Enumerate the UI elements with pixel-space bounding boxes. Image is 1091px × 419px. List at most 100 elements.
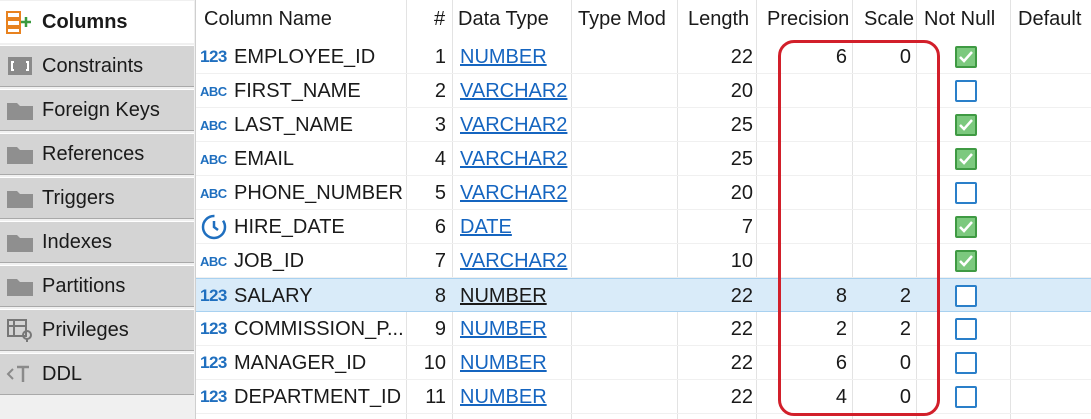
header-number[interactable]: # [434,0,445,38]
data-type-cell: VARCHAR2 [460,108,570,142]
not-null-checkbox[interactable] [955,216,977,238]
sidebar-item-label: Foreign Keys [42,98,160,121]
sidebar-item-label: DDL [42,362,83,385]
data-type-cell: NUMBER [460,380,570,414]
columns-grid: Column Name # Data Type Type Mod Length … [196,0,1091,419]
column-position: 11 [425,385,446,408]
data-type-link[interactable]: NUMBER [460,352,547,375]
sidebar-item-label: Columns [42,10,128,33]
sidebar-item-label: References [42,142,145,165]
data-type-link[interactable]: VARCHAR2 [460,114,567,137]
checkmark-icon [959,255,973,267]
table-row[interactable]: ABC EMAIL 4 VARCHAR2 25 [196,142,1091,176]
sidebar-item-triggers[interactable]: Triggers [0,177,194,219]
column-position: 4 [434,147,446,170]
not-null-checkbox[interactable] [955,80,977,102]
scale-cell [857,176,911,210]
precision-cell [765,74,847,108]
table-row[interactable]: 123 DEPARTMENT_ID 11 NUMBER 22 4 0 [196,380,1091,414]
sidebar-item-ddl[interactable]: DDL [0,353,194,395]
column-name-cell[interactable]: ABC JOB_ID [200,244,406,278]
numeric-type-icon: 123 [200,353,227,372]
not-null-checkbox[interactable] [955,352,977,374]
not-null-cell [951,142,981,176]
data-type-link[interactable]: NUMBER [460,285,547,308]
numeric-type-icon: 123 [200,47,227,66]
text-type-icon: ABC [200,151,227,167]
header-length[interactable]: Length [688,0,749,38]
data-type-link[interactable]: NUMBER [460,318,547,341]
not-null-cell [951,279,981,313]
date-clock-icon [200,213,234,241]
not-null-checkbox[interactable] [955,386,977,408]
column-name-cell[interactable]: 123 EMPLOYEE_ID [200,40,406,74]
table-row[interactable]: ABC FIRST_NAME 2 VARCHAR2 20 [196,74,1091,108]
column-name-cell[interactable]: ABC PHONE_NUMBER [200,176,406,210]
column-name-cell[interactable]: ABC EMAIL [200,142,406,176]
column-name-cell[interactable]: 123 SALARY [200,279,406,313]
header-default[interactable]: Default [1018,0,1081,38]
scale-cell: 0 [899,351,911,374]
numeric-type-icon: 123 [200,387,227,406]
header-type-mod[interactable]: Type Mod [578,0,666,38]
table-row[interactable]: 123 COMMISSION_P... 9 NUMBER 22 2 2 [196,312,1091,346]
column-name-cell[interactable]: 123 COMMISSION_P... [200,312,406,346]
column-name-cell[interactable]: ABC FIRST_NAME [200,74,406,108]
table-row[interactable]: ABC LAST_NAME 3 VARCHAR2 25 [196,108,1091,142]
length-cell: 22 [730,351,753,374]
sidebar-item-columns[interactable]: Columns [0,1,194,43]
header-precision[interactable]: Precision [767,0,849,38]
data-type-link[interactable]: VARCHAR2 [460,148,567,171]
scale-cell [857,244,911,278]
not-null-checkbox[interactable] [955,182,977,204]
column-name-cell[interactable]: 123 MANAGER_ID [200,346,406,380]
folder-icon [4,184,36,212]
column-name: EMPLOYEE_ID [234,45,376,68]
header-not-null[interactable]: Not Null [924,0,995,38]
column-name-cell[interactable]: ABC LAST_NAME [200,108,406,142]
sidebar-item-partitions[interactable]: Partitions [0,265,194,307]
data-type-link[interactable]: VARCHAR2 [460,80,567,103]
data-type-link[interactable]: NUMBER [460,46,547,69]
column-position: 8 [434,284,446,307]
data-type-link[interactable]: NUMBER [460,386,547,409]
not-null-checkbox[interactable] [955,250,977,272]
table-row[interactable]: 123 EMPLOYEE_ID 1 NUMBER 22 6 0 [196,40,1091,74]
numeric-type-icon: 123 [200,319,227,338]
sidebar-item-references[interactable]: References [0,133,194,175]
sidebar-item-foreign-keys[interactable]: Foreign Keys [0,89,194,131]
table-row[interactable]: 123 MANAGER_ID 10 NUMBER 22 6 0 [196,346,1091,380]
data-type-link[interactable]: VARCHAR2 [460,182,567,205]
data-type-link[interactable]: DATE [460,216,512,239]
precision-cell [765,176,847,210]
text-type-icon: ABC [200,83,227,99]
column-name-cell[interactable]: HIRE_DATE [200,210,406,244]
column-name-cell[interactable]: 123 DEPARTMENT_ID [200,380,406,414]
table-row[interactable]: ABC PHONE_NUMBER 5 VARCHAR2 20 [196,176,1091,210]
scale-cell: 0 [899,385,911,408]
sidebar-item-label: Indexes [42,230,113,253]
header-column-name[interactable]: Column Name [204,0,332,38]
sidebar-item-indexes[interactable]: Indexes [0,221,194,263]
header-data-type[interactable]: Data Type [458,0,549,38]
length-cell: 20 [730,79,753,102]
not-null-checkbox[interactable] [955,285,977,307]
not-null-checkbox[interactable] [955,148,977,170]
sidebar-item-constraints[interactable]: Constraints [0,45,194,87]
sidebar-item-privileges[interactable]: Privileges [0,309,194,351]
table-row[interactable]: 123 SALARY 8 NUMBER 22 8 2 [196,278,1091,312]
not-null-checkbox[interactable] [955,114,977,136]
header-scale[interactable]: Scale [864,0,914,38]
column-name: SALARY [234,284,313,307]
column-position: 10 [423,351,446,374]
table-row[interactable]: ABC JOB_ID 7 VARCHAR2 10 [196,244,1091,278]
scale-cell: 2 [899,317,911,340]
folder-icon [4,228,36,256]
column-name: MANAGER_ID [234,351,367,374]
table-row[interactable]: HIRE_DATE 6 DATE 7 [196,210,1091,244]
not-null-checkbox[interactable] [955,318,977,340]
not-null-checkbox[interactable] [955,46,977,68]
length-cell: 22 [730,317,753,340]
numeric-type-icon: 123 [200,286,227,305]
data-type-link[interactable]: VARCHAR2 [460,250,567,273]
